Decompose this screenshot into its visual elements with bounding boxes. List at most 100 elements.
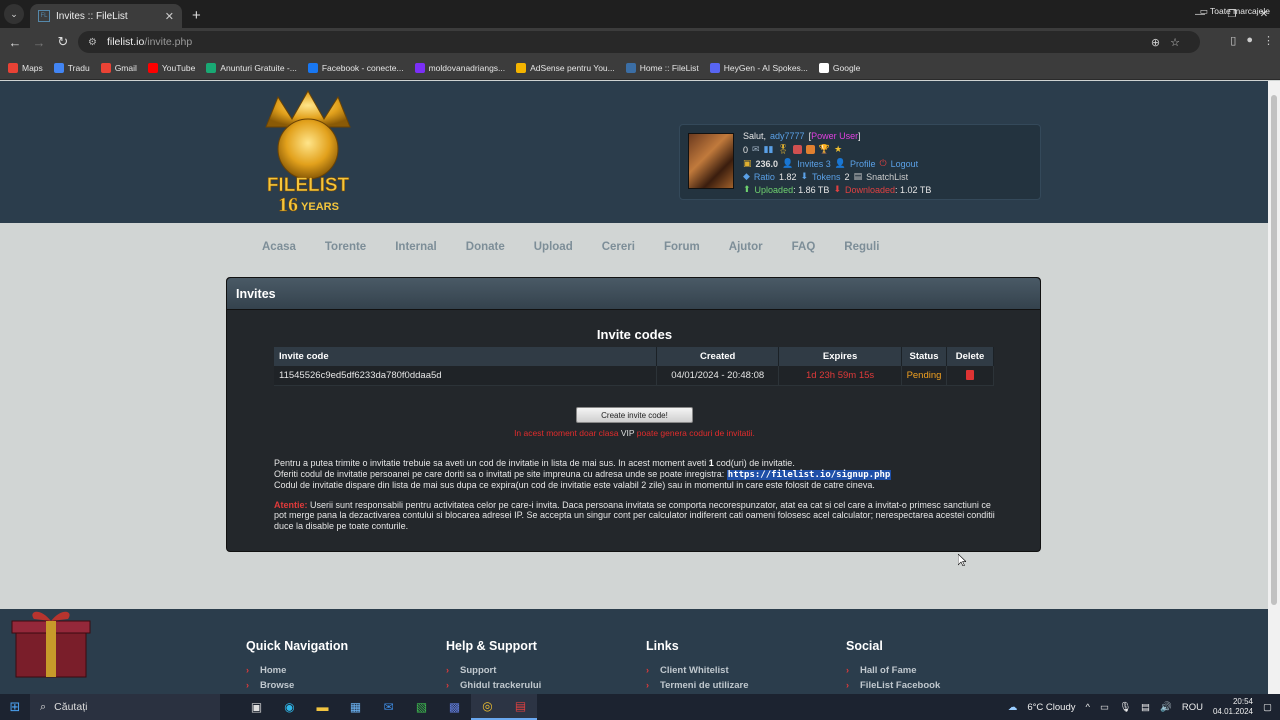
info-line-2: Oferiti codul de invitatie persoanei pe …: [274, 468, 725, 479]
camtasia-icon[interactable]: ▧: [405, 694, 438, 720]
nav-item-ajutor[interactable]: Ajutor: [729, 241, 763, 253]
create-invite-button[interactable]: Create invite code!: [576, 407, 693, 423]
site-info-icon[interactable]: ⚙: [88, 37, 97, 48]
mail-app-icon[interactable]: ✉: [372, 694, 405, 720]
info-line-1b: cod(uri) de invitatie.: [716, 458, 795, 468]
footer-link-facebook[interactable]: FileList Facebook: [846, 680, 940, 691]
reload-icon[interactable]: ↻: [51, 34, 75, 50]
tokens-value: 2: [844, 171, 850, 182]
recorder-app-icon[interactable]: ▤: [504, 694, 537, 720]
side-panel-icon[interactable]: ▯: [1230, 34, 1236, 47]
bookmark-item[interactable]: YouTube: [147, 62, 195, 73]
bookmark-item[interactable]: Tradu: [53, 62, 90, 73]
medals-icon[interactable]: 🎖: [777, 144, 788, 155]
nav-item-upload[interactable]: Upload: [534, 241, 573, 253]
weather-icon[interactable]: ☁: [1008, 702, 1018, 713]
bonus-points[interactable]: 236.0: [756, 159, 779, 169]
windows-start-icon[interactable]: ⊞: [0, 694, 30, 720]
clock[interactable]: 20:54 04.01.2024: [1213, 697, 1253, 717]
page-scrollbar[interactable]: [1268, 81, 1280, 694]
language-indicator[interactable]: ROU: [1182, 702, 1203, 713]
bookmark-item[interactable]: Anunturi Gratuite -...: [206, 62, 297, 73]
nav-item-torente[interactable]: Torente: [325, 241, 366, 253]
avatar[interactable]: [688, 133, 734, 189]
nav-item-reguli[interactable]: Reguli: [844, 241, 879, 253]
tab-search-button[interactable]: ⌄: [4, 4, 24, 24]
footer-link-client-whitelist[interactable]: Client Whitelist: [646, 665, 749, 676]
footer-link-tracker-guide[interactable]: Ghidul trackerului: [446, 680, 541, 691]
nav-item-acasa[interactable]: Acasa: [262, 241, 296, 253]
save-disk-icon[interactable]: ▩: [438, 694, 471, 720]
footer-link-support[interactable]: Support: [446, 665, 541, 676]
notifications-icon[interactable]: ▢: [1263, 702, 1272, 713]
rss-icon[interactable]: [805, 145, 815, 154]
col-invite-code: Invite code: [274, 347, 658, 366]
bookmark-favicon-icon: [206, 62, 217, 73]
file-explorer-icon[interactable]: ▬: [306, 694, 339, 720]
invite-code-cell[interactable]: 11545526c9ed5df6233da780f0ddaa5d: [274, 366, 658, 386]
downloaded-label: Downloaded: [844, 184, 896, 195]
uploaded-label: Uploaded: [754, 184, 794, 195]
weather-text[interactable]: 6°C Cloudy: [1027, 702, 1075, 713]
invites-link[interactable]: Invites 3: [797, 159, 831, 169]
bookmark-star-icon[interactable]: ☆: [1170, 37, 1190, 49]
bookmark-item[interactable]: Maps: [8, 62, 43, 73]
bookmarks-icon[interactable]: [792, 145, 802, 154]
close-tab-icon[interactable]: ✕: [165, 10, 174, 23]
logout-link[interactable]: Logout: [891, 159, 919, 169]
zoom-icon[interactable]: ⊕: [1151, 37, 1170, 49]
trash-icon[interactable]: [966, 370, 974, 381]
bookmark-item[interactable]: HeyGen - AI Spokes...: [709, 62, 808, 73]
snatchlist-link[interactable]: SnatchList: [866, 172, 908, 182]
gift-icon[interactable]: [10, 607, 92, 679]
info-line-1a: Pentru a putea trimite o invitatie trebu…: [274, 458, 707, 468]
bookmark-item[interactable]: Google: [818, 62, 860, 73]
battery-icon[interactable]: ▭: [1100, 702, 1109, 713]
mail-icon[interactable]: ✉: [752, 144, 760, 155]
tokens-label[interactable]: Tokens: [812, 172, 841, 182]
edge-icon[interactable]: ◉: [273, 694, 306, 720]
taskbar-search[interactable]: ⌕ Căutați: [30, 694, 220, 720]
created-cell: 04/01/2024 - 20:48:08: [656, 366, 780, 386]
windows-taskbar: ⊞ ⌕ Căutați ▣ ◉ ▬ ▦ ✉ ▧ ▩ ◎ ▤ ☁ 6°C Clou…: [0, 694, 1280, 720]
back-icon[interactable]: ←: [3, 35, 27, 50]
menu-icon[interactable]: ⋮: [1263, 34, 1274, 47]
nav-item-internal[interactable]: Internal: [395, 241, 437, 253]
signup-link[interactable]: https://filelist.io/signup.php: [726, 469, 892, 480]
nav-item-donate[interactable]: Donate: [466, 241, 505, 253]
nav-item-faq[interactable]: FAQ: [792, 241, 816, 253]
filelist-logo[interactable]: FILELIST 16 YEARS: [244, 87, 372, 215]
svg-text:YEARS: YEARS: [301, 201, 339, 213]
profile-link[interactable]: Profile: [850, 159, 876, 169]
trophy-icon[interactable]: 🏆: [819, 144, 830, 155]
footer-link-browse[interactable]: Browse: [246, 680, 348, 691]
address-bar[interactable]: ⚙ filelist.io/invite.php ⊕☆: [78, 31, 1200, 53]
footer-link-terms[interactable]: Termeni de utilizare: [646, 680, 749, 691]
star-icon[interactable]: ★: [834, 144, 842, 155]
username-link[interactable]: ady7777: [770, 131, 805, 141]
chrome-icon[interactable]: ◎: [471, 694, 504, 720]
all-bookmarks-folder[interactable]: ▭ Toate marcajele: [1200, 6, 1270, 17]
scrollbar-thumb[interactable]: [1271, 95, 1277, 605]
profile-avatar-icon[interactable]: ●: [1246, 34, 1253, 47]
bookmark-item[interactable]: Facebook - conecte...: [307, 62, 404, 73]
nav-item-cereri[interactable]: Cereri: [602, 241, 635, 253]
forward-icon[interactable]: →: [27, 35, 51, 50]
chevron-up-icon[interactable]: ^: [1086, 702, 1090, 713]
task-view-icon[interactable]: ▣: [240, 694, 273, 720]
bookmark-item[interactable]: Home :: FileList: [625, 62, 699, 73]
bookmark-item[interactable]: Gmail: [100, 62, 137, 73]
footer-link-home[interactable]: Home: [246, 665, 348, 676]
bookmark-item[interactable]: AdSense pentru You...: [516, 62, 615, 73]
volume-icon[interactable]: 🔊: [1160, 702, 1172, 713]
microphone-icon[interactable]: 🎙: [1119, 702, 1131, 713]
tab-invites[interactable]: FL Invites :: FileList ✕: [30, 4, 182, 28]
network-icon[interactable]: ▤: [1141, 702, 1150, 713]
bookmark-favicon-icon: [414, 62, 425, 73]
footer-link-hall-of-fame[interactable]: Hall of Fame: [846, 665, 940, 676]
nav-item-forum[interactable]: Forum: [664, 241, 700, 253]
stats-icon[interactable]: ▮▮: [764, 144, 774, 155]
store-icon[interactable]: ▦: [339, 694, 372, 720]
new-tab-button[interactable]: +: [192, 7, 201, 24]
bookmark-item[interactable]: moldovanadriangs...: [414, 62, 505, 73]
